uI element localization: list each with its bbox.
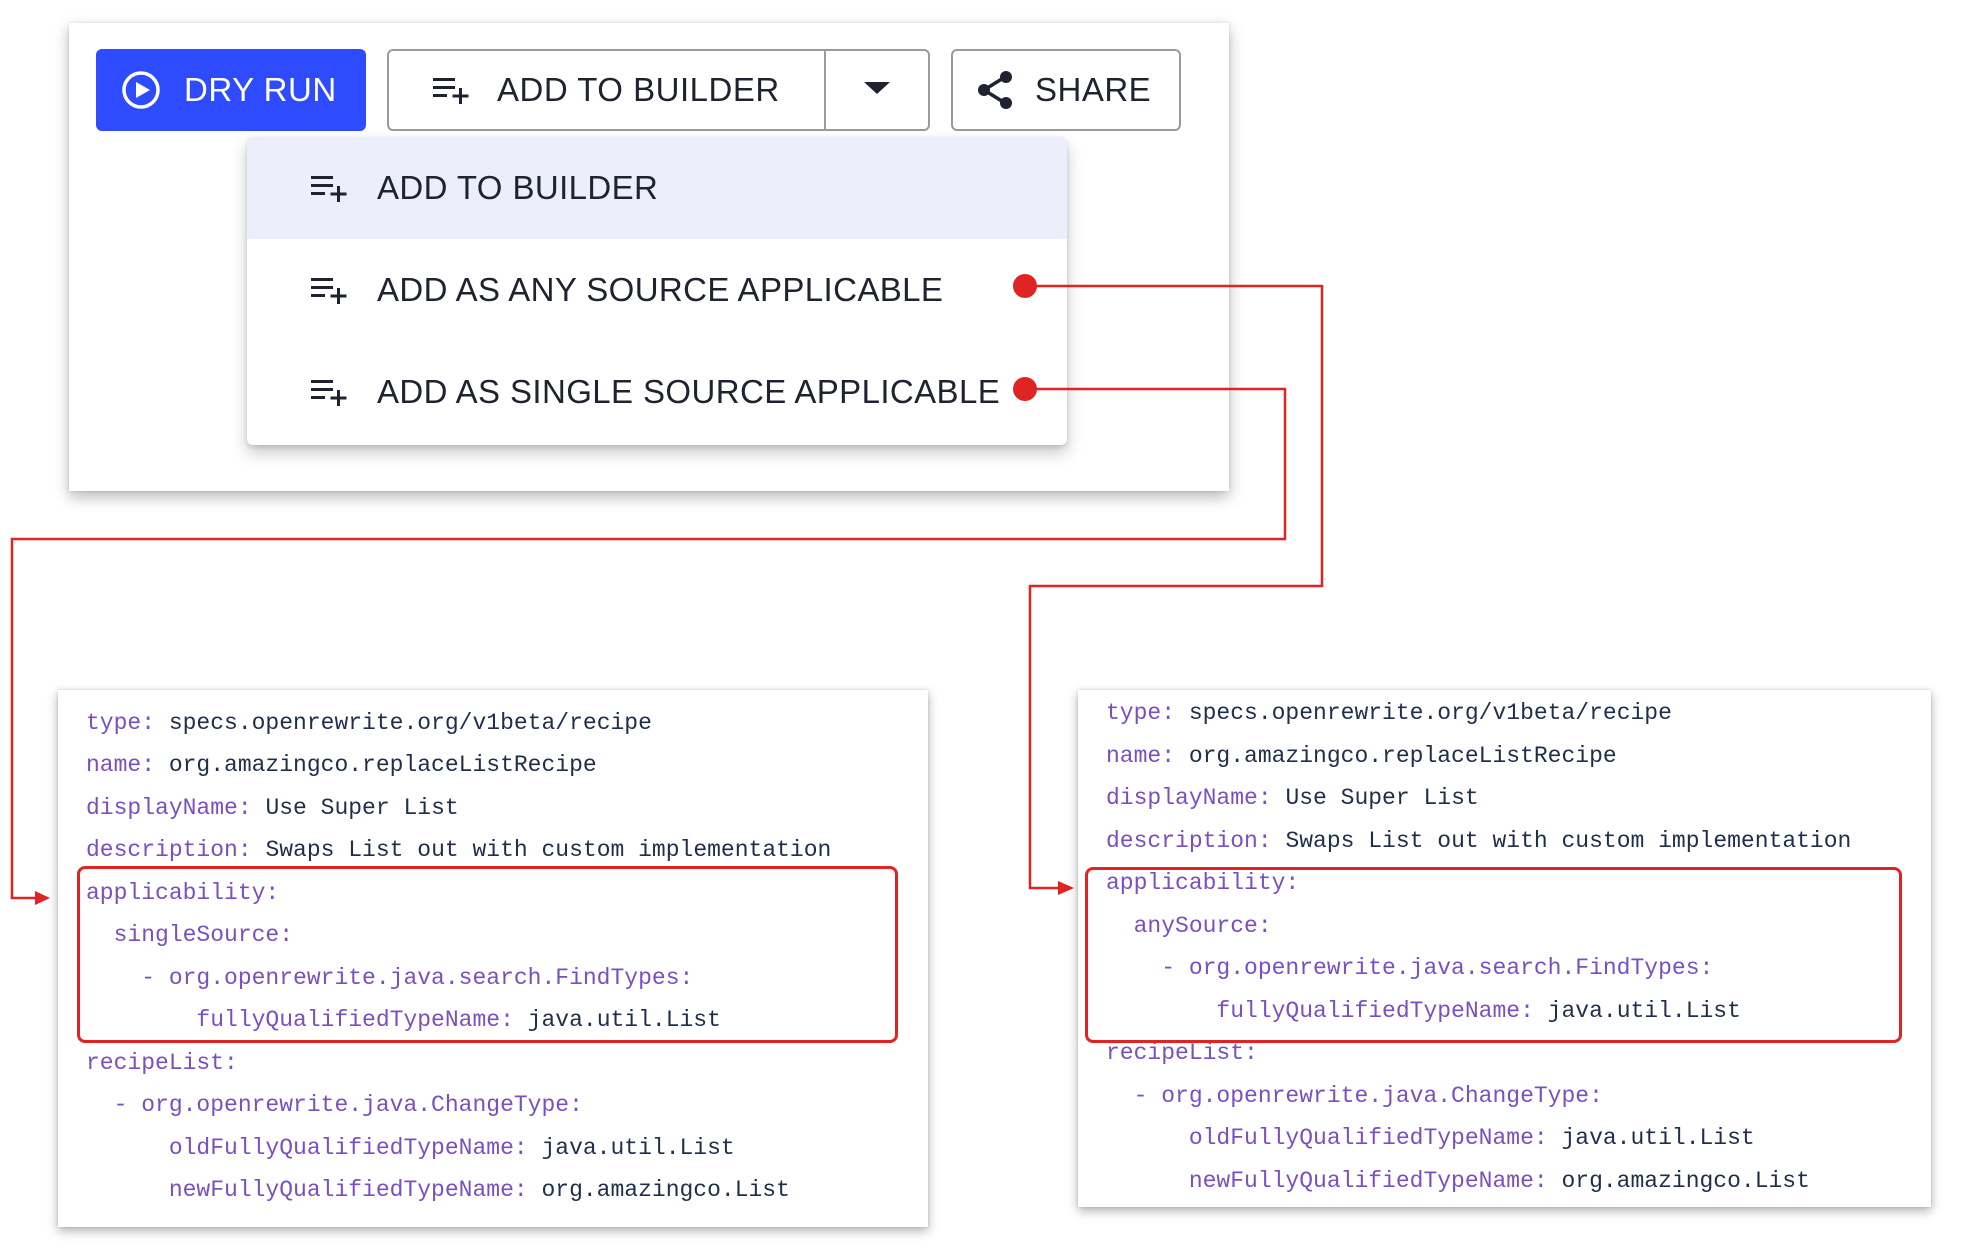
code-line: newFullyQualifiedTypeName: org.amazingco…: [1106, 1168, 1810, 1194]
code-line: description: Swaps List out with custom …: [86, 837, 832, 863]
caret-down-icon: [862, 80, 892, 101]
code-line: - org.openrewrite.java.ChangeType:: [1106, 1083, 1603, 1109]
code-line: oldFullyQualifiedTypeName: java.util.Lis…: [1106, 1125, 1755, 1151]
code-line: type: specs.openrewrite.org/v1beta/recip…: [86, 710, 652, 736]
code-line: oldFullyQualifiedTypeName: java.util.Lis…: [86, 1135, 735, 1161]
menu-item-label: ADD AS SINGLE SOURCE APPLICABLE: [377, 373, 1001, 410]
code-line: description: Swaps List out with custom …: [1106, 828, 1852, 854]
code-line: displayName: Use Super List: [1106, 785, 1479, 811]
playlist-add-icon: [309, 172, 349, 204]
code-line: recipeList:: [86, 1050, 238, 1076]
code-line: name: org.amazingco.replaceListRecipe: [1106, 743, 1617, 769]
share-button[interactable]: SHARE: [951, 49, 1181, 131]
menu-item-add-to-builder[interactable]: ADD TO BUILDER: [247, 137, 1067, 239]
menu-item-add-as-single-source[interactable]: ADD AS SINGLE SOURCE APPLICABLE: [247, 341, 1067, 443]
play-circle-icon: [120, 69, 162, 111]
applicability-highlight: [77, 866, 898, 1043]
dry-run-button[interactable]: DRY RUN: [96, 49, 366, 131]
share-icon: [975, 69, 1015, 111]
add-options-dropdown-toggle[interactable]: [826, 51, 928, 129]
recipe-yaml-single-source: type: specs.openrewrite.org/v1beta/recip…: [58, 690, 928, 1227]
code-line: - org.openrewrite.java.ChangeType:: [86, 1092, 583, 1118]
recipe-actions-panel: DRY RUN ADD TO BUILDER SHARE ADD TO BUIL…: [69, 23, 1229, 491]
applicability-highlight: [1085, 867, 1902, 1043]
add-to-builder-button[interactable]: ADD TO BUILDER: [389, 51, 826, 129]
menu-item-label: ADD AS ANY SOURCE APPLICABLE: [377, 271, 944, 308]
dry-run-label: DRY RUN: [184, 71, 337, 108]
menu-item-add-as-any-source[interactable]: ADD AS ANY SOURCE APPLICABLE: [247, 239, 1067, 341]
playlist-add-icon: [309, 274, 349, 306]
code-line: name: org.amazingco.replaceListRecipe: [86, 752, 597, 778]
playlist-add-icon: [309, 376, 349, 408]
share-label: SHARE: [1035, 71, 1152, 108]
menu-item-label: ADD TO BUILDER: [377, 169, 659, 206]
add-options-menu: ADD TO BUILDER ADD AS ANY SOURCE APPLICA…: [247, 137, 1067, 445]
code-line: newFullyQualifiedTypeName: org.amazingco…: [86, 1177, 790, 1203]
add-to-builder-split-button: ADD TO BUILDER: [387, 49, 930, 131]
recipe-yaml-any-source: type: specs.openrewrite.org/v1beta/recip…: [1078, 690, 1931, 1207]
add-to-builder-label: ADD TO BUILDER: [497, 71, 780, 108]
code-line: displayName: Use Super List: [86, 795, 459, 821]
playlist-add-icon: [431, 74, 471, 106]
code-line: type: specs.openrewrite.org/v1beta/recip…: [1106, 700, 1672, 726]
